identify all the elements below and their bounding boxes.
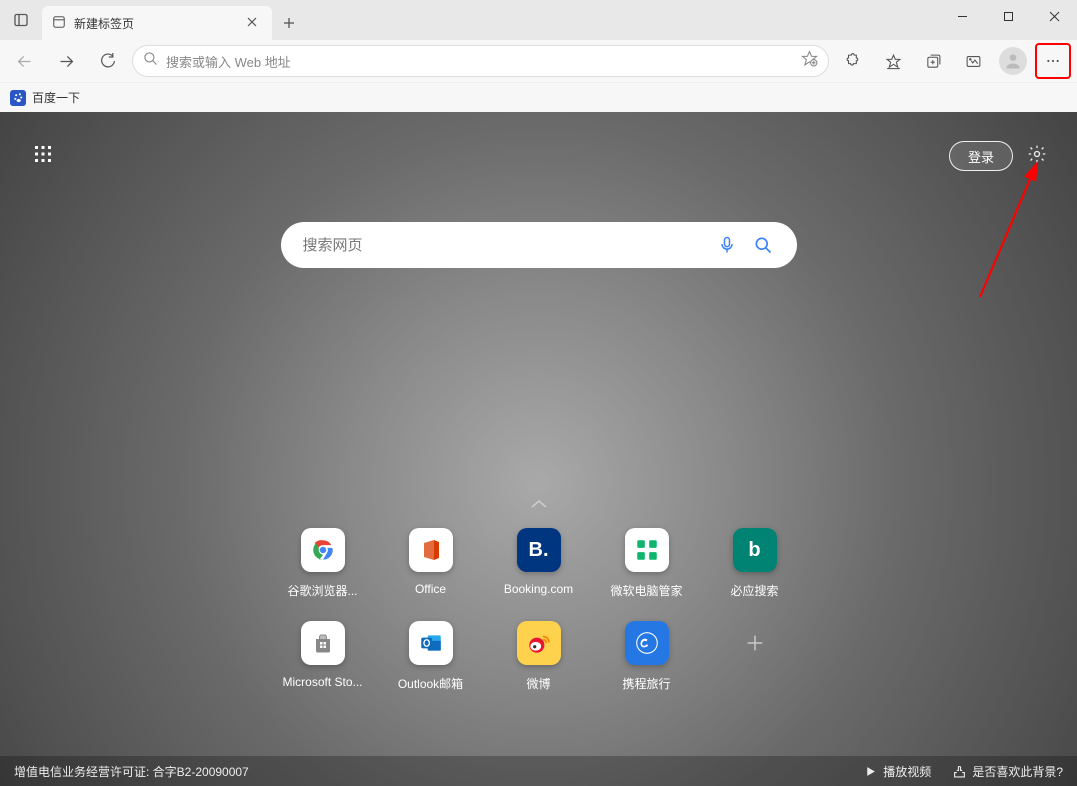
tile-label: Outlook邮箱 xyxy=(398,675,463,692)
address-bar[interactable]: 搜索或输入 Web 地址 xyxy=(132,45,829,77)
booking-icon: B. xyxy=(517,528,561,572)
voice-search-button[interactable] xyxy=(709,235,745,255)
profile-button[interactable] xyxy=(995,43,1031,79)
tile-label: 谷歌浏览器... xyxy=(287,582,357,599)
collections-button[interactable] xyxy=(915,43,951,79)
quick-links-grid: 谷歌浏览器... Office B. Booking.com 微软电脑管家 b 必应搜索 Mi… xyxy=(0,528,1077,692)
quick-link-tile[interactable]: 携程旅行 xyxy=(593,621,701,692)
titlebar: 新建标签页 xyxy=(0,0,1077,40)
add-quick-link-button[interactable] xyxy=(701,621,809,692)
like-background-label: 是否喜欢此背景? xyxy=(972,763,1063,780)
plus-icon xyxy=(733,621,777,665)
bookmark-item[interactable]: 百度一下 xyxy=(32,89,80,106)
tile-label: 携程旅行 xyxy=(622,675,670,692)
quick-link-tile[interactable]: 微软电脑管家 xyxy=(593,528,701,599)
add-favorite-icon[interactable] xyxy=(801,50,818,72)
maximize-button[interactable] xyxy=(985,0,1031,32)
page-icon xyxy=(52,15,66,32)
quick-link-tile[interactable]: Office xyxy=(377,528,485,599)
weibo-icon xyxy=(517,621,561,665)
tab-title: 新建标签页 xyxy=(74,15,234,32)
bookmarks-bar: 百度一下 xyxy=(0,82,1077,112)
license-text: 增值电信业务经营许可证: 合字B2-20090007 xyxy=(14,763,249,780)
search-icon xyxy=(143,51,158,71)
close-window-button[interactable] xyxy=(1031,0,1077,32)
office-icon xyxy=(409,528,453,572)
new-tab-page: 登录 谷歌浏览器... Office B. Booking.com 微软电脑管家 b 必应搜… xyxy=(0,112,1077,786)
pc-manager-icon xyxy=(625,528,669,572)
baidu-favicon-icon xyxy=(10,90,26,106)
play-video-button[interactable]: 播放视频 xyxy=(864,763,931,780)
refresh-button[interactable] xyxy=(90,43,126,79)
play-video-label: 播放视频 xyxy=(883,763,931,780)
tab-close-button[interactable] xyxy=(242,16,262,30)
quick-link-tile[interactable]: Microsoft Sto... xyxy=(269,621,377,692)
quick-link-tile[interactable]: b 必应搜索 xyxy=(701,528,809,599)
screenshot-button[interactable] xyxy=(955,43,991,79)
chrome-icon xyxy=(301,528,345,572)
tile-label: Booking.com xyxy=(504,582,573,596)
login-label: 登录 xyxy=(968,147,994,166)
window-controls xyxy=(939,0,1077,32)
favorites-button[interactable] xyxy=(875,43,911,79)
app-launcher-button[interactable] xyxy=(34,145,52,168)
tile-label: Microsoft Sto... xyxy=(282,675,362,689)
like-background-button[interactable]: 是否喜欢此背景? xyxy=(953,763,1063,780)
tile-label: 微博 xyxy=(526,675,550,692)
login-button[interactable]: 登录 xyxy=(949,141,1013,171)
settings-and-more-button[interactable] xyxy=(1035,43,1071,79)
search-submit-button[interactable] xyxy=(745,235,781,255)
minimize-button[interactable] xyxy=(939,0,985,32)
ms-store-icon xyxy=(301,621,345,665)
page-footer: 增值电信业务经营许可证: 合字B2-20090007 播放视频 是否喜欢此背景? xyxy=(0,756,1077,786)
back-button[interactable] xyxy=(6,43,42,79)
search-input[interactable] xyxy=(303,237,709,254)
ctrip-icon xyxy=(625,621,669,665)
tile-label: 必应搜索 xyxy=(730,582,778,599)
forward-button[interactable] xyxy=(48,43,84,79)
bing-icon: b xyxy=(733,528,777,572)
tile-label: Office xyxy=(415,582,446,596)
outlook-icon xyxy=(409,621,453,665)
extensions-button[interactable] xyxy=(835,43,871,79)
tab-actions-button[interactable] xyxy=(0,0,42,40)
page-settings-button[interactable] xyxy=(1027,144,1047,169)
address-placeholder: 搜索或输入 Web 地址 xyxy=(166,52,793,71)
quick-link-tile[interactable]: 微博 xyxy=(485,621,593,692)
toolbar: 搜索或输入 Web 地址 xyxy=(0,40,1077,82)
avatar-icon xyxy=(999,47,1027,75)
browser-tab[interactable]: 新建标签页 xyxy=(42,6,272,40)
quick-link-tile[interactable]: Outlook邮箱 xyxy=(377,621,485,692)
quick-link-tile[interactable]: 谷歌浏览器... xyxy=(269,528,377,599)
web-search-box[interactable] xyxy=(281,222,797,268)
tile-label: 微软电脑管家 xyxy=(610,582,682,599)
expand-toggle-button[interactable] xyxy=(0,498,1077,510)
new-tab-button[interactable] xyxy=(272,6,306,40)
quick-link-tile[interactable]: B. Booking.com xyxy=(485,528,593,599)
